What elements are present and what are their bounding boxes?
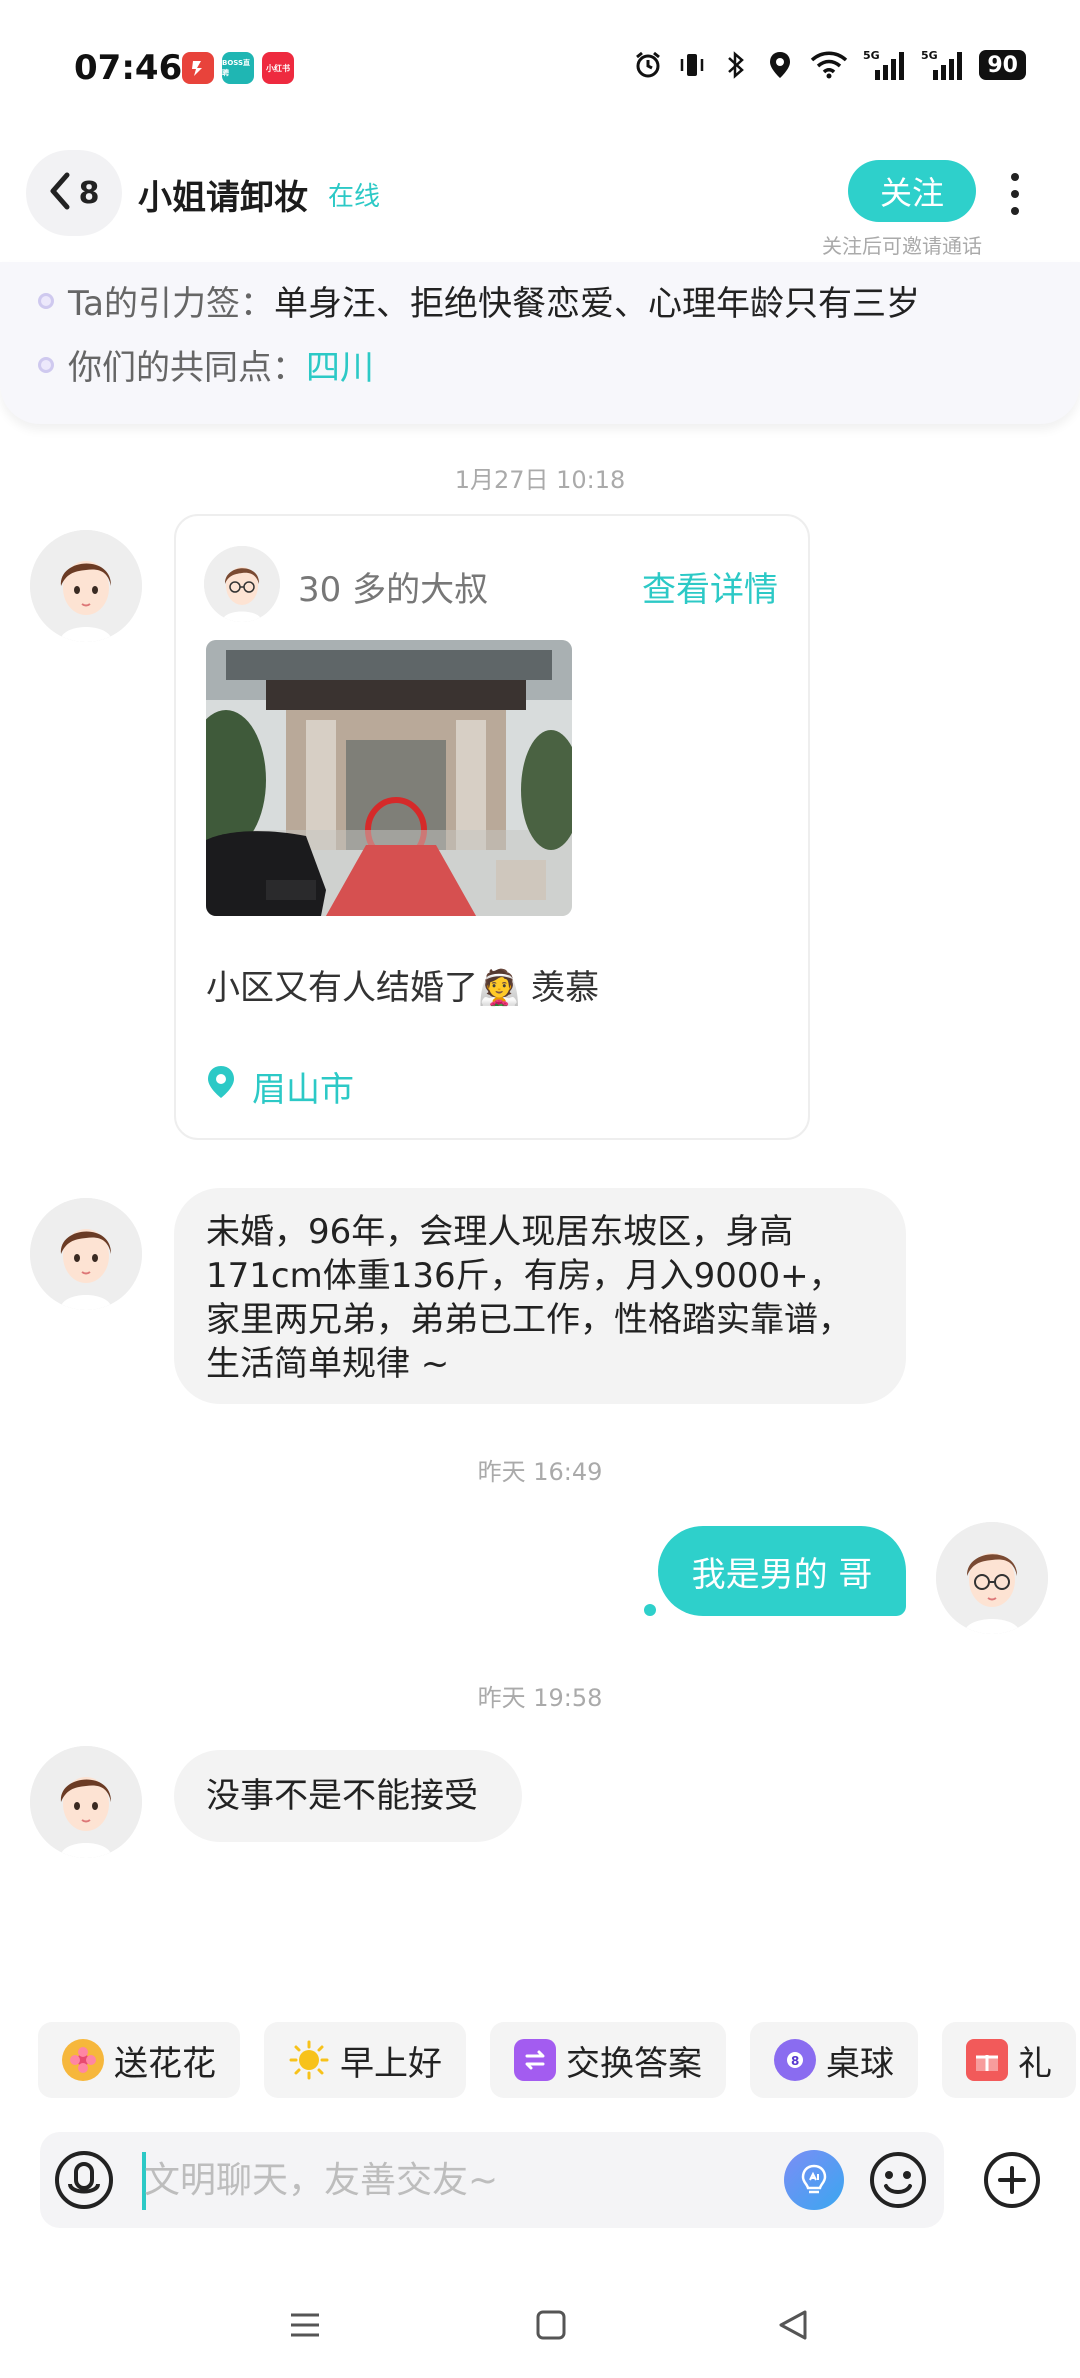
alarm-icon [633,48,663,82]
gift-icon [966,2039,1008,2081]
post-photo[interactable] [206,640,572,916]
read-status-dot [644,1604,656,1616]
location-pin-icon [206,1064,236,1109]
app-badge-2: BOSS直聘 [222,52,254,84]
sun-icon [288,2039,330,2081]
vibrate-icon [677,48,707,82]
microphone-icon [55,2151,113,2209]
svg-text:5G: 5G [921,49,938,62]
flower-icon [62,2039,104,2081]
more-options-button[interactable] [996,166,1034,222]
app-badge-3: 小红书 [262,52,294,84]
square-icon [536,2310,566,2340]
bullet-icon [38,292,54,309]
billiard-ball-icon: 8 [774,2039,816,2081]
online-status: 在线 [328,182,381,212]
svg-text:8: 8 [791,2054,799,2068]
timestamp: 1月27日 10:18 [454,466,626,494]
common-points-row: 你们的共同点： 四川 [38,340,374,389]
my-avatar[interactable] [936,1522,1048,1634]
contact-avatar[interactable] [30,530,142,642]
svg-text:5G: 5G [863,49,880,62]
message-bubble-incoming[interactable]: 没事不是不能接受 [174,1750,522,1842]
location-icon [765,48,795,82]
system-icons: 5G 5G 90 [633,48,1026,82]
home-button[interactable] [526,2300,576,2350]
message-input[interactable] [144,2154,784,2206]
chip-send-flowers[interactable]: 送花花 [38,2022,240,2098]
wifi-icon [809,48,849,82]
chip-label: 交换答案 [566,2043,702,2084]
chip-gift[interactable]: 礼 [942,2022,1076,2098]
attraction-tags-row: Ta的引力签： 单身汪、拒绝快餐恋爱、心理年龄只有三岁 [38,276,920,325]
swap-icon [514,2039,556,2081]
voice-button[interactable] [52,2148,116,2212]
view-details-link[interactable]: 查看详情 [642,562,778,611]
follow-hint: 关注后可邀请通话 [822,234,982,258]
attraction-tags-value: 单身汪、拒绝快餐恋爱、心理年龄只有三岁 [273,284,920,324]
follow-button[interactable]: 关注 [848,160,976,222]
app-badge-1 [182,52,214,84]
more-dot-icon [1011,173,1019,181]
post-author-avatar[interactable] [204,546,280,622]
emoji-button[interactable] [866,2148,930,2212]
profile-info-card: Ta的引力签： 单身汪、拒绝快餐恋爱、心理年龄只有三岁 你们的共同点： 四川 [0,262,1080,424]
chat-title: 小姐请卸妆 [138,178,308,218]
contact-avatar[interactable] [30,1746,142,1858]
back-nav-button[interactable] [768,2300,818,2350]
plus-icon [984,2152,1040,2208]
more-dot-icon [1011,207,1019,215]
more-dot-icon [1011,190,1019,198]
chip-label: 礼 [1018,2043,1052,2084]
unread-count: 8 [78,175,100,211]
chevron-left-icon [49,172,71,214]
chip-billiards[interactable]: 8 桌球 [750,2022,918,2098]
message-bubble-outgoing[interactable]: 我是男的 哥 [658,1526,906,1616]
status-time: 07:46 [74,48,183,88]
signal-5g-icon-1: 5G [863,48,907,82]
more-actions-button[interactable] [980,2148,1044,2212]
chip-label: 桌球 [826,2043,894,2084]
contact-avatar[interactable] [30,1198,142,1310]
quick-action-chips: 送花花 早上好 交换答案 8 桌球 礼 [38,2022,1080,2098]
common-points-label: 你们的共同点： [68,348,306,388]
chip-label: 早上好 [340,2043,442,2084]
message-input-bar [40,2132,944,2228]
bluetooth-icon [721,48,751,82]
status-bar: 07:46 BOSS直聘 小红书 5G 5G 90 [0,0,1080,130]
attraction-tags-label: Ta的引力签： [68,284,274,324]
common-points-value[interactable]: 四川 [306,340,374,389]
bullet-icon [38,356,54,373]
back-button[interactable]: 8 [26,150,122,236]
system-navigation-bar [0,2290,1080,2360]
post-location-label: 眉山市 [252,1070,354,1110]
recent-apps-button[interactable] [280,2300,330,2350]
chat-header: 8 小姐请卸妆 在线 关注 关注后可邀请通话 [0,140,1080,260]
menu-lines-icon [291,2313,319,2337]
shared-post-card[interactable]: 30 多的大叔 查看详情 小区又有人结婚了👰 羡慕 眉山市 [174,514,810,1140]
post-text: 小区又有人结婚了👰 羡慕 [206,968,600,1008]
chip-good-morning[interactable]: 早上好 [264,2022,466,2098]
notification-app-badges: BOSS直聘 小红书 [182,52,294,84]
battery-indicator: 90 [979,50,1026,80]
triangle-back-icon [779,2310,807,2340]
message-bubble-incoming[interactable]: 未婚，96年，会理人现居东坡区，身高171cm体重136斤，有房，月入9000+… [174,1188,906,1404]
post-location[interactable]: 眉山市 [206,1062,354,1111]
lightbulb-icon [801,2164,827,2194]
chip-label: 送花花 [114,2043,216,2084]
timestamp: 昨天 16:49 [477,1458,603,1486]
timestamp: 昨天 19:58 [477,1684,603,1712]
signal-5g-icon-2: 5G [921,48,965,82]
ai-assistant-button[interactable] [784,2150,844,2210]
chip-exchange-answers[interactable]: 交换答案 [490,2022,726,2098]
smiley-icon [870,2152,926,2208]
post-author-name: 30 多的大叔 [298,570,489,610]
